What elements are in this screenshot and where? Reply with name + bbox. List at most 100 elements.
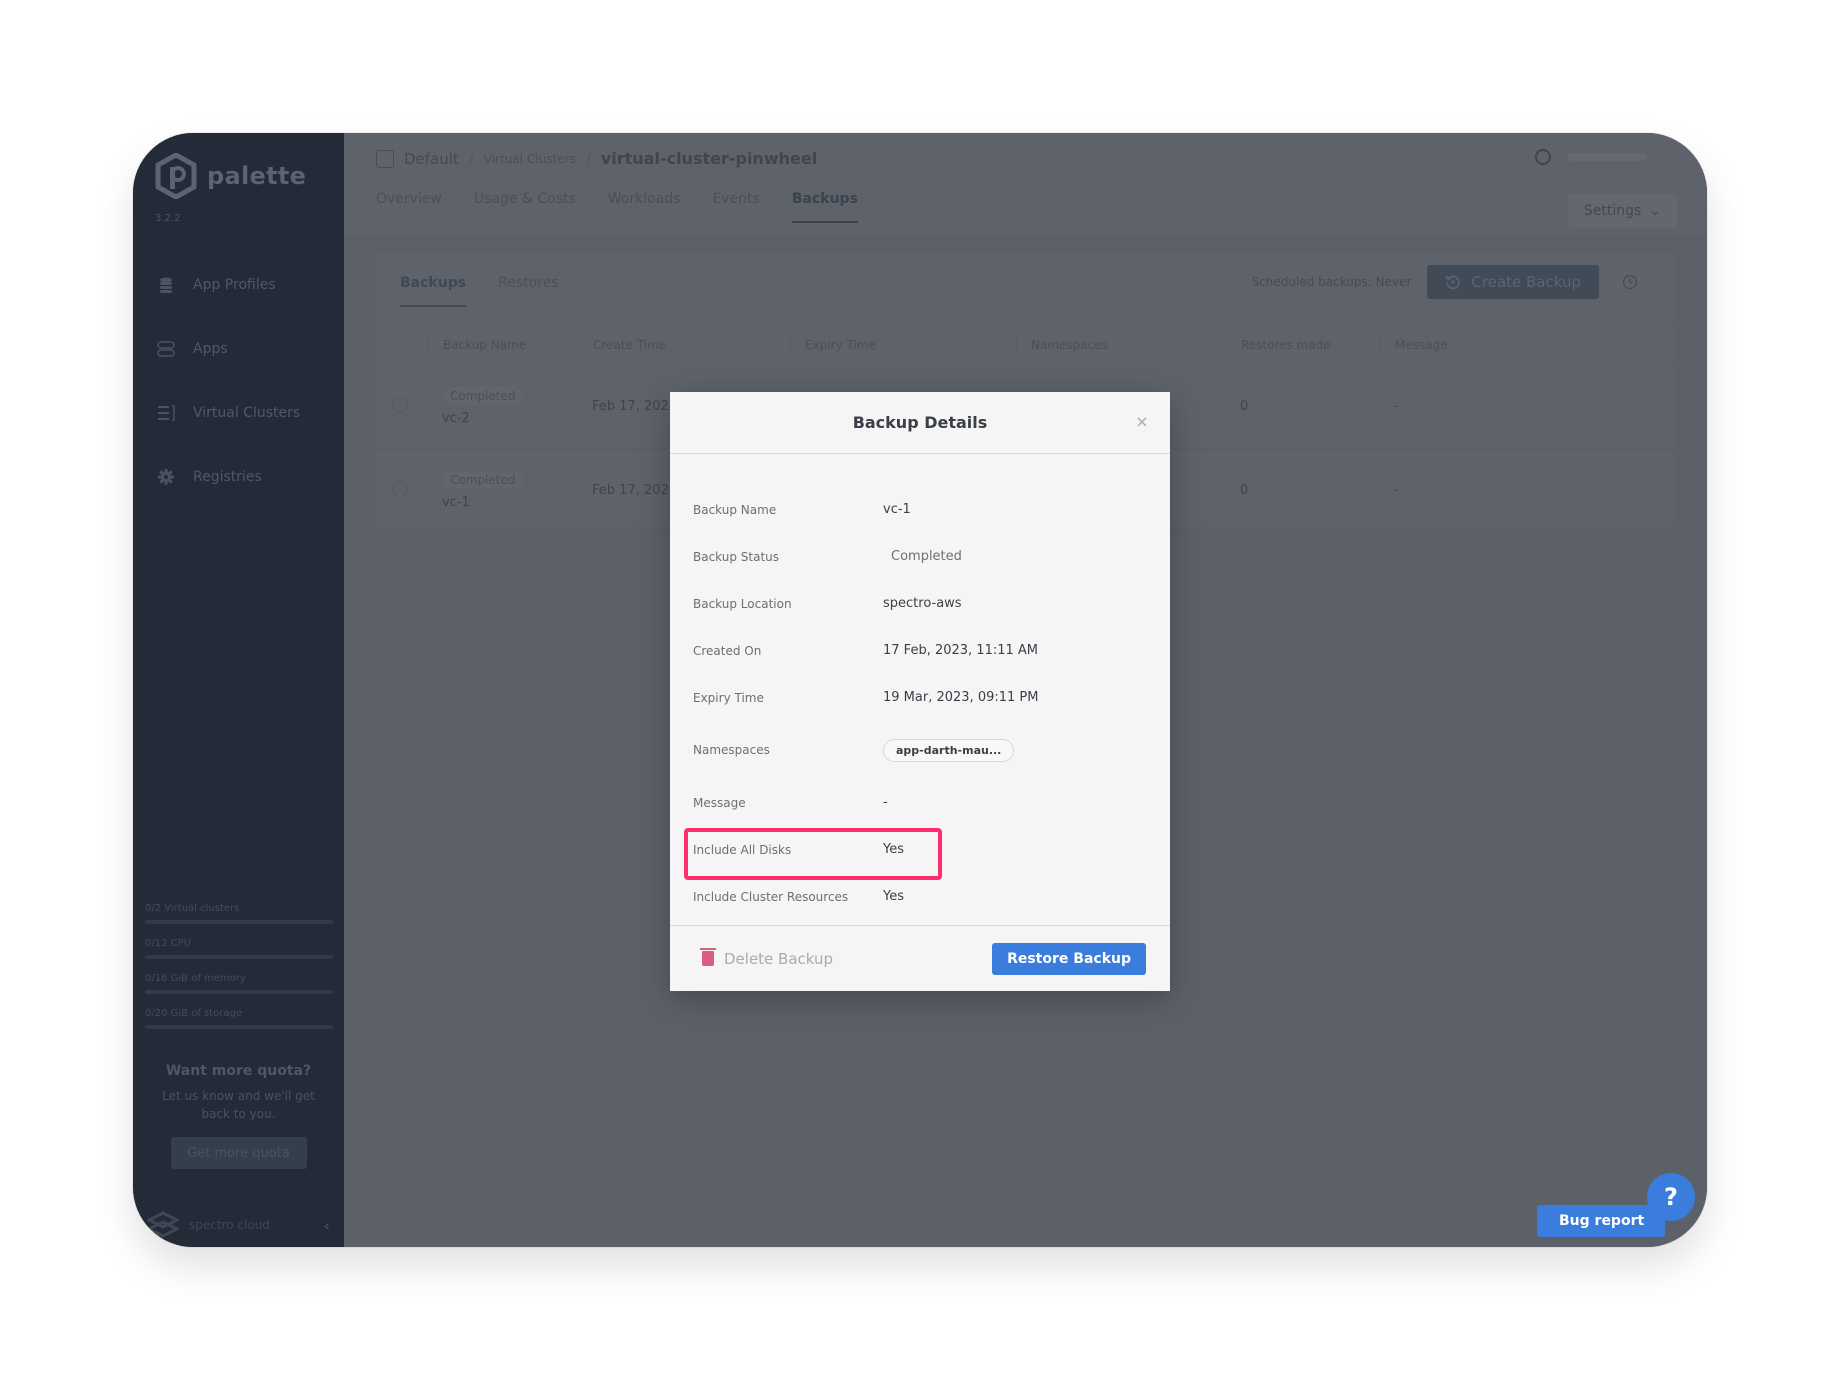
tab-overview[interactable]: Overview (376, 191, 442, 223)
quota-virtual-clusters: 0/2 Virtual clusters (145, 903, 333, 924)
column-header[interactable]: Create Time (578, 334, 790, 356)
spectro-cloud-logo-icon (147, 1211, 179, 1238)
restores-made: 0 (1240, 483, 1249, 498)
get-more-quota-button[interactable]: Get more quota (170, 1137, 307, 1169)
tab-workloads[interactable]: Workloads (608, 191, 681, 223)
close-icon[interactable]: × (1134, 414, 1150, 430)
user-menu[interactable] (1567, 153, 1647, 161)
app-name: palette (207, 162, 307, 190)
tab-backups[interactable]: Backups (791, 191, 858, 223)
quota-bar (145, 920, 333, 924)
restores-made: 0 (1240, 399, 1249, 414)
row-status-cell (376, 396, 428, 417)
detail-value: spectro-aws (883, 596, 962, 611)
settings-dropdown[interactable]: Settings ⌄ (1567, 194, 1677, 228)
detail-value: vc-1 (883, 502, 911, 517)
detail-label: Backup Location (693, 596, 792, 611)
clock-icon[interactable] (1615, 267, 1645, 297)
quota-bar (145, 955, 333, 959)
backup-details-modal: Backup Details × Backup Name vc-1 Backup… (670, 392, 1170, 991)
panel-actions: Scheduled backups: Never Create Backup (1252, 265, 1645, 299)
sidebar-item-apps[interactable]: Apps (133, 317, 344, 381)
backup-name-cell: Completed vc-1 (428, 471, 578, 510)
sidebar-item-label: Virtual Clusters (193, 405, 301, 421)
detail-label: Expiry Time (693, 690, 764, 705)
bug-report-label: Bug report (1559, 1213, 1645, 1229)
modal-title: Backup Details (852, 413, 988, 432)
column-header[interactable]: Backup Name (428, 334, 578, 356)
detail-label: Message (693, 795, 746, 810)
cluster-tabs: Overview Usage & Costs Workloads Events … (376, 191, 858, 223)
delete-backup-button[interactable]: Delete Backup (700, 948, 833, 968)
column-header-icon (376, 334, 428, 356)
detail-label: Backup Status (693, 549, 780, 564)
collapse-sidebar-icon[interactable]: ‹ (324, 1216, 330, 1235)
quota-bar (145, 1025, 333, 1029)
subtab-restores[interactable]: Restores (498, 275, 558, 307)
detail-value: - (883, 795, 888, 810)
quota-bar (145, 990, 333, 994)
row-status-cell (376, 480, 428, 501)
column-header[interactable]: Message (1380, 334, 1675, 356)
column-header[interactable]: Expiry Time (790, 334, 1016, 356)
message: - (1394, 399, 1399, 414)
sidebar-item-virtual-clusters[interactable]: Virtual Clusters (133, 381, 344, 445)
tab-usage-costs[interactable]: Usage & Costs (474, 191, 576, 223)
breadcrumb-project[interactable]: Default (404, 150, 459, 168)
breadcrumb-section[interactable]: Virtual Clusters (484, 152, 576, 166)
quota-usage: 0/2 Virtual clusters 0/12 CPU 0/16 GiB o… (145, 903, 333, 1043)
detail-include-cluster-resources: Include Cluster Resources Yes (693, 873, 1147, 920)
detail-value: 17 Feb, 2023, 11:11 AM (883, 643, 1039, 658)
detail-namespaces: Namespaces app-darth-mau... (693, 721, 1147, 779)
sidebar-item-label: Apps (193, 341, 228, 357)
status-badge: Completed (442, 471, 524, 489)
gear-icon (157, 468, 175, 486)
top-right-controls (1535, 149, 1647, 165)
backup-name: vc-2 (442, 411, 470, 426)
list-icon (157, 404, 175, 422)
sidebar-footer: spectro cloud ‹ (147, 1211, 330, 1239)
detail-label: Backup Name (693, 502, 777, 517)
column-header[interactable]: Namespaces (1016, 334, 1226, 356)
backup-status-icon (392, 480, 408, 497)
star-icon[interactable] (1535, 149, 1551, 165)
column-header[interactable]: Restores made (1226, 334, 1380, 356)
detail-label: Include Cluster Resources (693, 889, 849, 904)
quota-label: 0/20 GiB of storage (145, 1008, 243, 1019)
help-button[interactable]: ? (1647, 1173, 1695, 1221)
quota-storage: 0/20 GiB of storage (145, 1008, 333, 1029)
subtab-backups[interactable]: Backups (400, 275, 467, 307)
scheduled-backups-status: Scheduled backups: Never (1251, 275, 1412, 289)
sidebar-item-registries[interactable]: Registries (133, 445, 344, 509)
create-backup-button[interactable]: Create Backup (1427, 265, 1599, 299)
modal-footer: Delete Backup Restore Backup (670, 925, 1170, 991)
detail-value: Yes (883, 842, 904, 857)
sidebar-item-label: App Profiles (193, 277, 276, 293)
bug-report-button[interactable]: Bug report (1537, 1205, 1665, 1237)
restore-backup-button[interactable]: Restore Backup (992, 942, 1146, 975)
backup-sub-tabs: Backups Restores (400, 275, 558, 307)
sidebar-item-label: Registries (193, 469, 262, 485)
detail-message: Message - (693, 779, 1147, 826)
detail-include-all-disks: Include All Disks Yes (684, 826, 1147, 880)
sidebar-item-app-profiles[interactable]: App Profiles (133, 253, 344, 317)
message: - (1394, 483, 1399, 498)
sidebar-nav: App Profiles Apps Virtual Clusters Regis… (133, 253, 344, 509)
backup-status-icon (392, 396, 408, 413)
breadcrumb-separator: / (468, 149, 474, 168)
trash-icon (700, 948, 716, 966)
detail-label: Include All Disks (693, 842, 792, 857)
server-icon (157, 340, 175, 358)
palette-logo-icon (155, 153, 197, 199)
quota-promo: Want more quota? Let us know and we'll g… (133, 1063, 344, 1169)
namespace-chip[interactable]: app-darth-mau... (883, 738, 1015, 762)
detail-value: Yes (883, 889, 904, 904)
status-badge: Completed (442, 387, 524, 405)
tab-events[interactable]: Events (712, 191, 759, 223)
detail-created-on: Created On 17 Feb, 2023, 11:11 AM (693, 627, 1147, 674)
database-icon (157, 276, 175, 294)
logo[interactable]: palette (155, 153, 306, 199)
breadcrumb: Default / Virtual Clusters / virtual-clu… (376, 149, 817, 168)
backup-name-cell: Completed vc-2 (428, 387, 578, 426)
create-backup-label: Create Backup (1471, 273, 1581, 291)
